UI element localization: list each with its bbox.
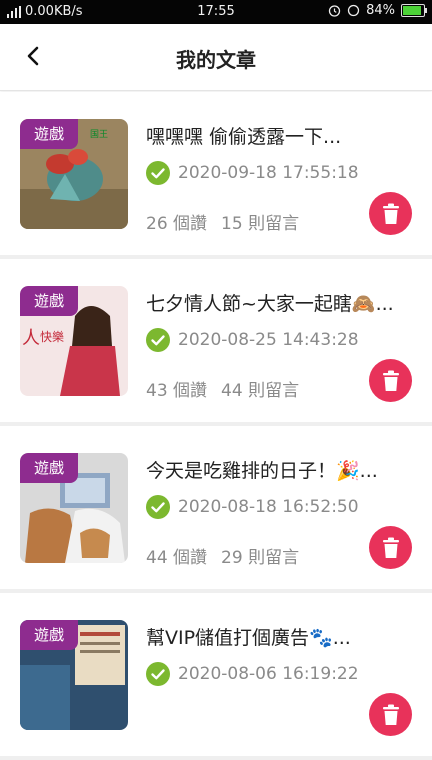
check-circle-icon (146, 495, 170, 519)
article-title: 嘿嘿嘿 偷偷透露一下... (146, 126, 342, 148)
article-item[interactable]: 遊戲 幫VIP儲值打個廣告🐾... 2020-08-06 16:19:22 (0, 593, 432, 760)
delete-button[interactable] (369, 526, 412, 569)
comment-count: 44 則留言 (221, 381, 300, 401)
article-title: 今天是吃雞排的日子！🎉... (146, 460, 378, 482)
date-row: 2020-09-18 17:55:18 (146, 161, 359, 185)
page-title: 我的文章 (176, 48, 256, 72)
article-thumbnail: 国王 遊戲 (20, 119, 128, 229)
trash-icon (382, 370, 399, 391)
article-title: 七夕情人節~大家一起瞎🙈... (146, 293, 394, 315)
article-title: 幫VIP儲值打個廣告🐾... (146, 627, 351, 649)
article-item[interactable]: 人 快樂 遊戲 七夕情人節~大家一起瞎🙈... 2020-08-25 14:43… (0, 259, 432, 426)
article-date: 2020-08-25 14:43:28 (178, 330, 359, 350)
battery-icon (401, 4, 427, 17)
check-circle-icon (146, 662, 170, 686)
trash-icon (382, 537, 399, 558)
date-row: 2020-08-25 14:43:28 (146, 328, 359, 352)
date-row: 2020-08-18 16:52:50 (146, 495, 359, 519)
article-date: 2020-09-18 17:55:18 (178, 163, 359, 183)
status-bar: 0.00KB/s 17:55 84% (0, 0, 432, 24)
trash-icon (382, 704, 399, 725)
alarm-icon (328, 5, 341, 17)
delete-button[interactable] (369, 192, 412, 235)
like-count: 26 個讚 (146, 214, 208, 234)
like-count: 43 個讚 (146, 381, 208, 401)
article-date: 2020-08-18 16:52:50 (178, 497, 359, 517)
app-header: 我的文章 (0, 24, 432, 91)
like-count: 44 個讚 (146, 548, 208, 568)
category-badge: 遊戲 (20, 453, 79, 483)
article-stats: 26 個讚 15 則留言 (146, 209, 313, 234)
article-thumbnail: 遊戲 (20, 620, 128, 730)
comment-count: 29 則留言 (221, 548, 300, 568)
check-circle-icon (146, 161, 170, 185)
svg-text:快樂: 快樂 (40, 329, 64, 344)
svg-text:国王: 国王 (90, 129, 108, 140)
check-circle-icon (146, 328, 170, 352)
category-badge: 遊戲 (20, 286, 79, 316)
status-right: 84% (328, 3, 427, 18)
delete-button[interactable] (369, 359, 412, 402)
article-list: 国王 遊戲 嘿嘿嘿 偷偷透露一下... 2020-09-18 17:55:18 … (0, 92, 432, 760)
article-stats: 43 個讚 44 則留言 (146, 376, 313, 401)
sync-icon (347, 4, 360, 17)
comment-count: 15 則留言 (221, 214, 300, 234)
category-badge: 遊戲 (20, 620, 79, 650)
svg-text:人: 人 (22, 328, 40, 349)
category-badge: 遊戲 (20, 119, 79, 149)
date-row: 2020-08-06 16:19:22 (146, 662, 359, 686)
battery-percent: 84% (366, 3, 395, 18)
article-thumbnail: 人 快樂 遊戲 (20, 286, 128, 396)
article-item[interactable]: 国王 遊戲 嘿嘿嘿 偷偷透露一下... 2020-09-18 17:55:18 … (0, 92, 432, 259)
delete-button[interactable] (369, 693, 412, 736)
article-date: 2020-08-06 16:19:22 (178, 664, 359, 684)
trash-icon (382, 203, 399, 224)
article-thumbnail: 遊戲 (20, 453, 128, 563)
article-item[interactable]: 遊戲 今天是吃雞排的日子！🎉... 2020-08-18 16:52:50 44… (0, 426, 432, 593)
article-stats (146, 710, 174, 730)
article-stats: 44 個讚 29 則留言 (146, 543, 313, 568)
